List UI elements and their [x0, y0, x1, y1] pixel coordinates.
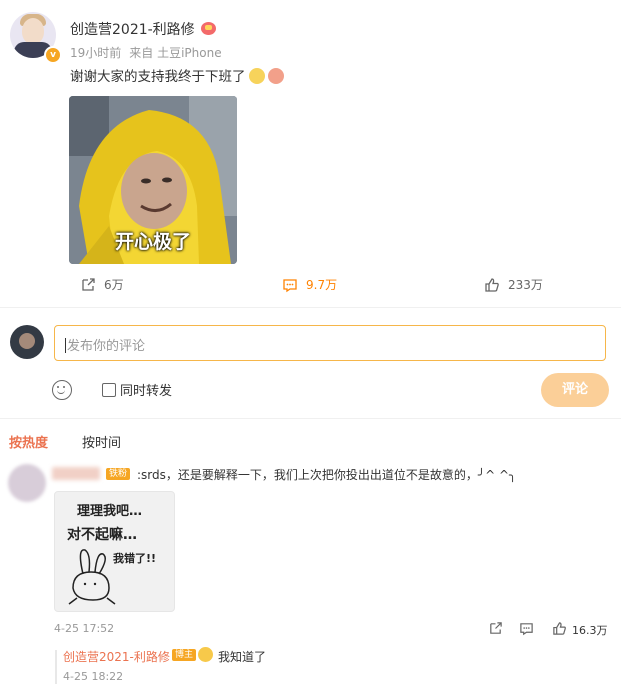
- repost-button[interactable]: 6万: [80, 276, 124, 293]
- dog-emoji-icon: [248, 68, 265, 84]
- like-count: 233万: [508, 278, 543, 292]
- sticker-text-line-1: 理理我吧…: [77, 504, 143, 519]
- bunny-drawing-icon: [68, 549, 116, 605]
- comment-icon[interactable]: [519, 621, 534, 636]
- repost-checkbox-label[interactable]: 同时转发: [120, 380, 172, 399]
- comment-like-count: 16.3万: [572, 624, 608, 637]
- share-icon: [82, 277, 95, 291]
- tab-sort-by-time[interactable]: 按时间: [82, 432, 121, 451]
- submit-comment-button[interactable]: 评论: [541, 373, 609, 407]
- member-crown-icon: [200, 22, 216, 35]
- post-text-content: 谢谢大家的支持我终于下班了: [70, 69, 246, 85]
- thumbs-up-icon: [485, 277, 499, 292]
- comment-text: :srds，还是要解释一下，我们上次把你投出出道位不是故意的，╯^ ^╮: [137, 468, 517, 482]
- post-meta: 19小时前 来自 土豆iPhone: [70, 44, 230, 61]
- comment-count: 9.7万: [306, 278, 338, 292]
- verified-badge-icon: v: [44, 46, 62, 64]
- text-caret: [65, 338, 66, 353]
- post-text: 谢谢大家的支持我终于下班了: [70, 65, 284, 85]
- comment-placeholder: 发布你的评论: [67, 339, 146, 354]
- reply-text: 我知道了: [218, 650, 267, 664]
- sticker-text-line-2: 对不起嘛…: [67, 527, 137, 543]
- commenter-avatar[interactable]: [8, 464, 46, 502]
- post-author-name[interactable]: 创造营2021-利路修: [70, 19, 216, 39]
- post-author-label[interactable]: 创造营2021-利路修: [70, 22, 195, 38]
- post-source: 来自 土豆iPhone: [129, 46, 222, 60]
- image-caption: 开心极了: [114, 231, 191, 253]
- post-time[interactable]: 19小时前: [70, 46, 121, 60]
- tab-sort-by-hot[interactable]: 按热度: [9, 432, 48, 451]
- reply-indicator-bar: [55, 650, 57, 684]
- like-button[interactable]: 233万: [484, 276, 543, 293]
- post-image[interactable]: 开心极了: [69, 96, 237, 264]
- emoji-picker-icon[interactable]: [52, 380, 72, 400]
- commenter-name-blurred[interactable]: [52, 467, 100, 480]
- pig-emoji-icon: [267, 68, 284, 84]
- reply-author-name[interactable]: 创造营2021-利路修: [63, 648, 170, 665]
- comment-sticker-image[interactable]: 理理我吧… 对不起嘛… 我错了!!: [54, 491, 175, 612]
- repost-checkbox[interactable]: [102, 383, 116, 397]
- avatar-face: [19, 333, 35, 349]
- avatar-face: [22, 18, 44, 44]
- smile-emoji-icon: [198, 647, 213, 662]
- divider: [0, 307, 621, 308]
- thumbs-up-icon[interactable]: [552, 621, 567, 636]
- divider: [0, 418, 621, 419]
- share-icon[interactable]: [488, 621, 503, 636]
- comment-icon: [283, 278, 297, 292]
- comment-input[interactable]: 发布你的评论: [54, 325, 606, 361]
- repost-count: 6万: [104, 278, 124, 292]
- comment-button[interactable]: 9.7万: [282, 276, 337, 293]
- current-user-avatar[interactable]: [10, 325, 44, 359]
- comment-time: 4-25 17:52: [54, 622, 115, 635]
- reply-time: 4-25 18:22: [63, 670, 124, 683]
- fan-badge: 铁粉: [106, 468, 131, 480]
- author-badge: 博主: [172, 649, 197, 661]
